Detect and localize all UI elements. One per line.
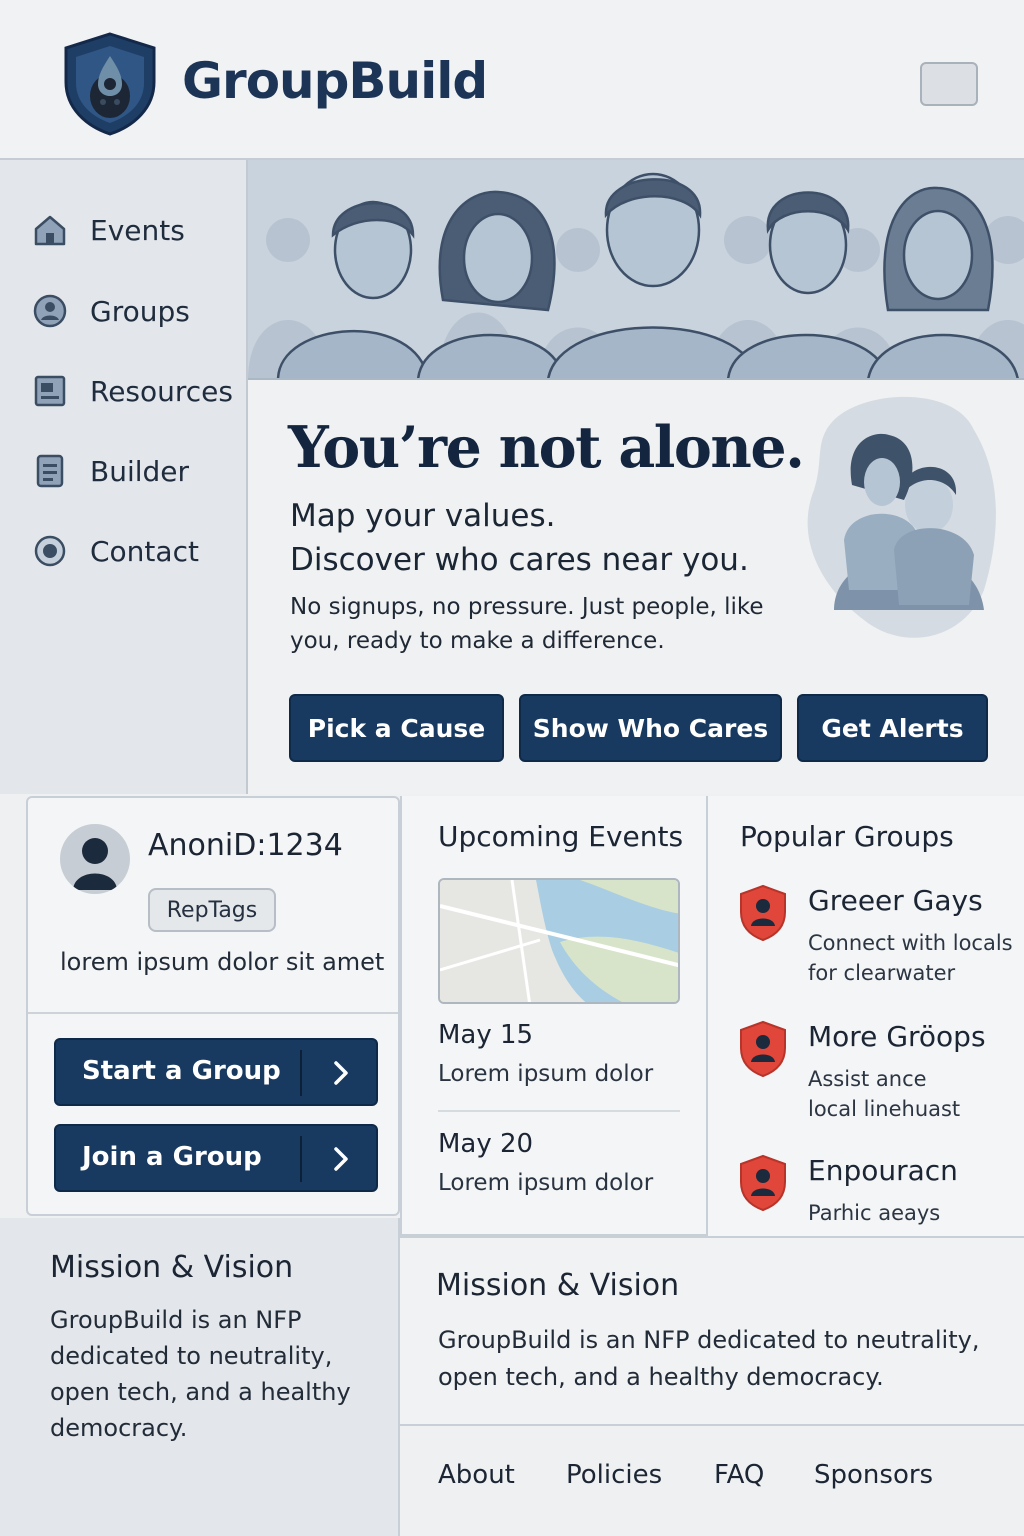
group-name: Greeer Gays — [808, 884, 983, 917]
divider — [438, 1110, 680, 1112]
upcoming-events-panel: Upcoming Events May 15 Lorem ipsum dolor… — [400, 796, 708, 1236]
join-group-label: Join a Group — [82, 1142, 262, 1172]
event-description[interactable]: Lorem ipsum dolor — [438, 1061, 653, 1087]
events-title: Upcoming Events — [438, 820, 684, 853]
join-group-button[interactable]: Join a Group — [54, 1124, 378, 1192]
button-separator — [300, 1136, 302, 1182]
group-item[interactable]: Enpouracn Parhic aeays — [738, 1154, 1024, 1234]
sidebar-item-label: Groups — [90, 294, 190, 328]
groups-title: Popular Groups — [740, 820, 954, 853]
sidebar-item-label: Contact — [90, 534, 199, 568]
sidebar-item-label: Builder — [90, 454, 190, 488]
group-description: Assist ance local linehuast — [808, 1067, 961, 1121]
shield-logo-icon[interactable] — [60, 30, 160, 136]
brand-name[interactable]: GroupBuild — [182, 52, 488, 110]
footer-link-about[interactable]: About — [438, 1460, 515, 1490]
group-description: Parhic aeays — [808, 1201, 941, 1225]
chevron-right-icon — [334, 1147, 348, 1171]
show-who-cares-button[interactable]: Show Who Cares — [519, 694, 782, 762]
hero-title: You’re not alone. — [288, 414, 805, 481]
menu-button[interactable] — [920, 62, 978, 106]
start-group-label: Start a Group — [82, 1056, 281, 1086]
user-circle-icon — [30, 291, 70, 331]
group-item[interactable]: Greeer Gays Connect with locals for clea… — [738, 884, 1024, 994]
footer-link-sponsors[interactable]: Sponsors — [814, 1460, 933, 1490]
avatar[interactable] — [60, 824, 130, 894]
profile-bio: lorem ipsum dolor sit amet — [60, 948, 385, 976]
sidebar-item-resources[interactable]: Resources — [30, 366, 233, 416]
rep-tags-chip[interactable]: RepTags — [148, 888, 276, 932]
target-icon — [30, 531, 70, 571]
sidebar-item-builder[interactable]: Builder — [30, 446, 189, 496]
hero-subtitle-line: Map your values. — [290, 498, 556, 534]
button-separator — [300, 1050, 302, 1096]
profile-card: AnoniD:1234 RepTags lorem ipsum dolor si… — [26, 796, 400, 1216]
group-shield-icon — [740, 1154, 786, 1212]
crowd-illustration — [248, 160, 1024, 380]
clipboard-icon — [30, 451, 70, 491]
events-map[interactable] — [438, 878, 680, 1004]
footer-link-faq[interactable]: FAQ — [714, 1460, 764, 1490]
popular-groups-panel: Popular Groups Greeer Gays Connect with … — [706, 796, 1024, 1258]
document-icon — [30, 371, 70, 411]
footer-nav: About Policies FAQ Sponsors — [400, 1424, 1024, 1536]
footer-link-policies[interactable]: Policies — [566, 1460, 662, 1490]
embracing-people-illustration — [807, 396, 996, 638]
divider — [28, 1012, 398, 1014]
app-header: GroupBuild — [0, 0, 1024, 160]
mission-text: GroupBuild is an NFP dedicated to neutra… — [50, 1306, 351, 1442]
event-date: May 15 — [438, 1020, 534, 1050]
sidebar-item-label: Events — [90, 213, 185, 247]
hero-subtitle: Map your values. Discover who cares near… — [290, 494, 810, 582]
sidebar-nav: Events Groups Resources Builder Contact — [0, 160, 248, 794]
mission-text: GroupBuild is an NFP dedicated to neutra… — [438, 1326, 980, 1391]
profile-name: AnoniD:1234 — [148, 828, 343, 863]
event-date: May 20 — [438, 1129, 534, 1159]
group-item[interactable]: More Gröops Assist ance local linehuast — [738, 1020, 1024, 1130]
group-shield-icon — [740, 884, 786, 942]
user-avatar-icon — [73, 838, 117, 890]
group-name: Enpouracn — [808, 1154, 958, 1187]
group-shield-icon — [740, 1020, 786, 1078]
mission-vision-section: Mission & Vision GroupBuild is an NFP de… — [400, 1236, 1024, 1424]
start-group-button[interactable]: Start a Group — [54, 1038, 378, 1106]
mission-title: Mission & Vision — [50, 1250, 294, 1285]
group-name: More Gröops — [808, 1020, 986, 1053]
home-icon — [30, 210, 70, 250]
pick-a-cause-button[interactable]: Pick a Cause — [289, 694, 504, 762]
hero-section: You’re not alone. Map your values. Disco… — [248, 380, 1024, 794]
get-alerts-button[interactable]: Get Alerts — [797, 694, 988, 762]
sidebar-item-contact[interactable]: Contact — [30, 526, 199, 576]
sidebar-item-label: Resources — [90, 374, 233, 408]
chevron-right-icon — [334, 1061, 348, 1085]
mission-title: Mission & Vision — [436, 1268, 680, 1303]
sidebar-item-groups[interactable]: Groups — [30, 286, 190, 336]
hero-subtitle-line: Discover who cares near you. — [290, 542, 749, 578]
hero-note: No signups, no pressure. Just people, li… — [290, 594, 764, 654]
group-description: Connect with locals for clearwater — [808, 931, 1013, 985]
sidebar-item-events[interactable]: Events — [30, 205, 185, 255]
event-description[interactable]: Lorem ipsum dolor — [438, 1170, 653, 1196]
